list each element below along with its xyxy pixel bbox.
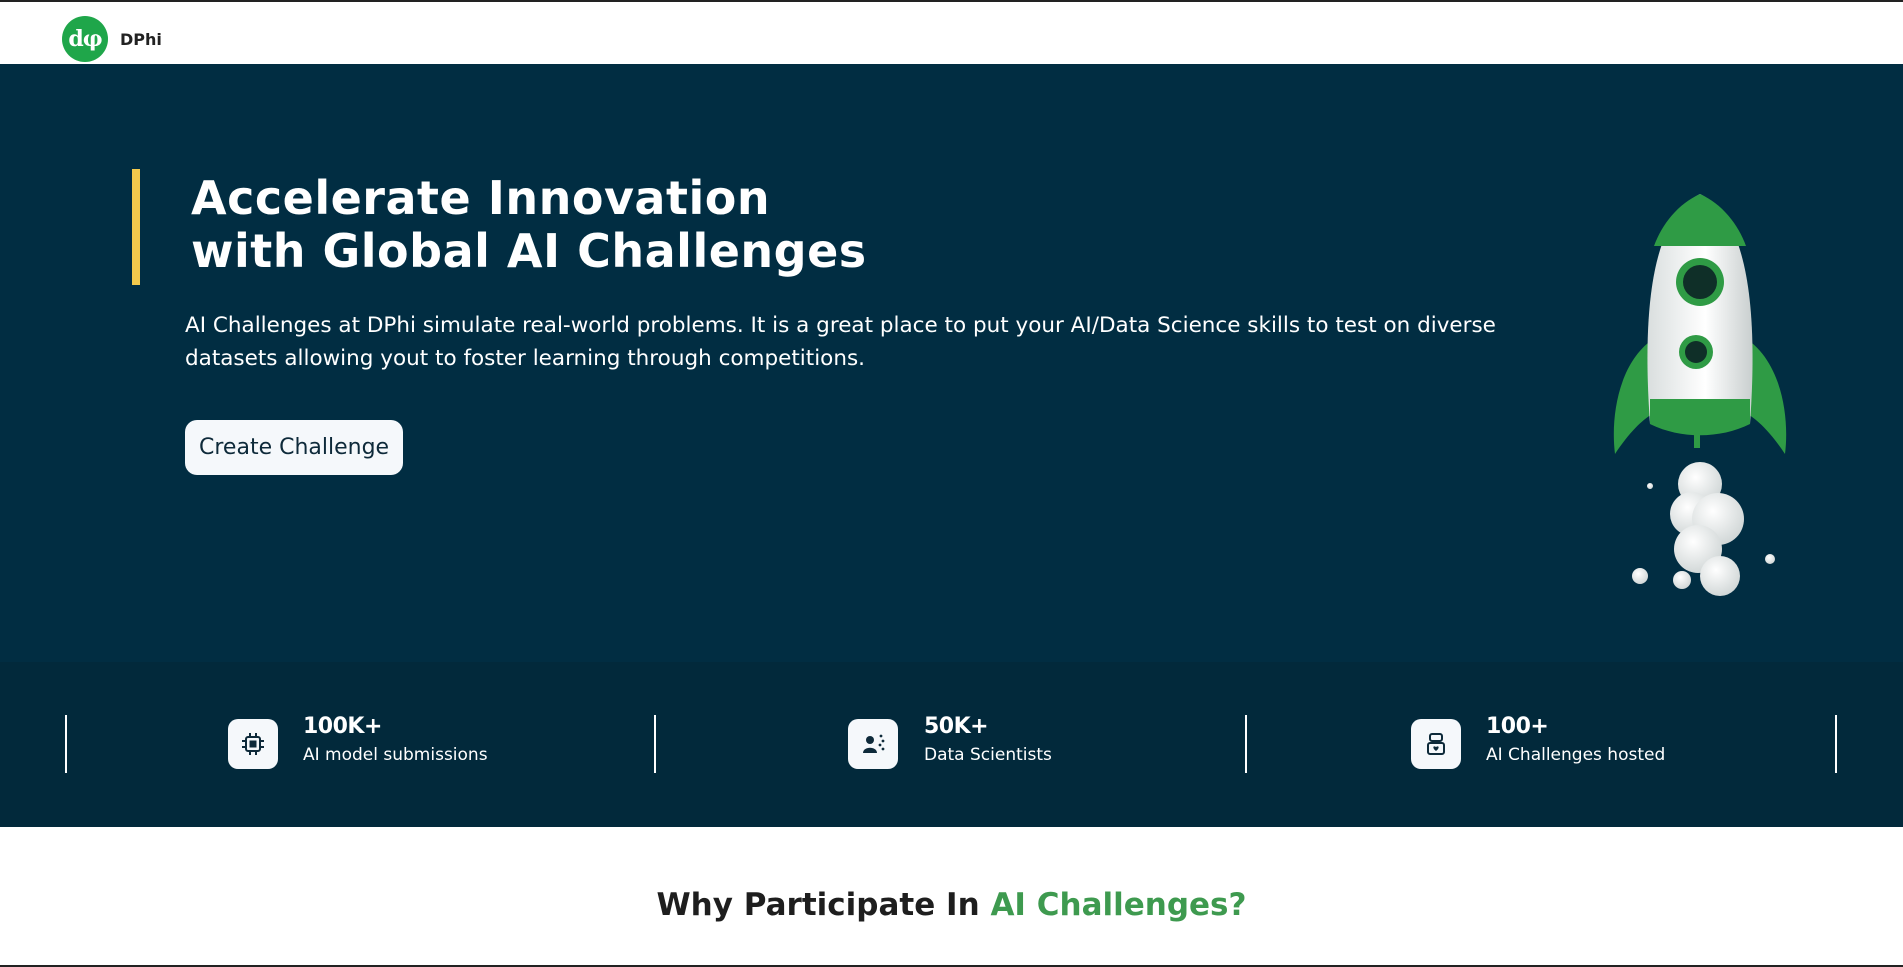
brand-name: DPhi xyxy=(120,29,162,49)
top-navbar: dφ DPhi xyxy=(0,0,1903,64)
create-challenge-button[interactable]: Create Challenge xyxy=(185,420,404,475)
why-heading-prefix: Why Participate In xyxy=(656,887,991,923)
hero-section: Accelerate Innovation with Global AI Cha… xyxy=(0,64,1903,662)
stat-label-data-scientists: Data Scientists xyxy=(924,745,1052,765)
stat-value-data-scientists: 50K+ xyxy=(924,714,989,739)
why-participate-section: Why Participate In AI Challenges? xyxy=(0,827,1903,967)
hero-title-line-2: with Global AI Challenges xyxy=(191,224,867,278)
data-scientist-icon xyxy=(848,719,898,769)
stats-divider xyxy=(1245,715,1247,773)
stat-value-challenges: 100+ xyxy=(1486,714,1549,739)
stat-label-challenges: AI Challenges hosted xyxy=(1486,745,1666,765)
stats-bar: 100K+ AI model submissions 50K+ Data Sci… xyxy=(0,662,1903,827)
ai-chip-icon xyxy=(228,719,278,769)
dphi-logo[interactable]: dφ DPhi xyxy=(62,16,162,62)
hero-title: Accelerate Innovation with Global AI Cha… xyxy=(191,172,867,278)
why-participate-heading: Why Participate In AI Challenges? xyxy=(0,887,1903,923)
hero-title-line-1: Accelerate Innovation xyxy=(191,171,771,225)
robot-icon xyxy=(1411,719,1461,769)
title-accent-bar xyxy=(132,169,140,285)
rocket-illustration xyxy=(1613,194,1787,596)
stat-value-submissions: 100K+ xyxy=(303,714,382,739)
why-heading-highlight: AI Challenges? xyxy=(990,887,1247,923)
stats-divider xyxy=(654,715,656,773)
stat-label-submissions: AI model submissions xyxy=(303,745,488,765)
stats-divider xyxy=(65,715,67,773)
stats-divider xyxy=(1835,715,1837,773)
logo-mark-icon: dφ xyxy=(62,16,108,62)
hero-description: AI Challenges at DPhi simulate real-worl… xyxy=(185,313,1496,371)
